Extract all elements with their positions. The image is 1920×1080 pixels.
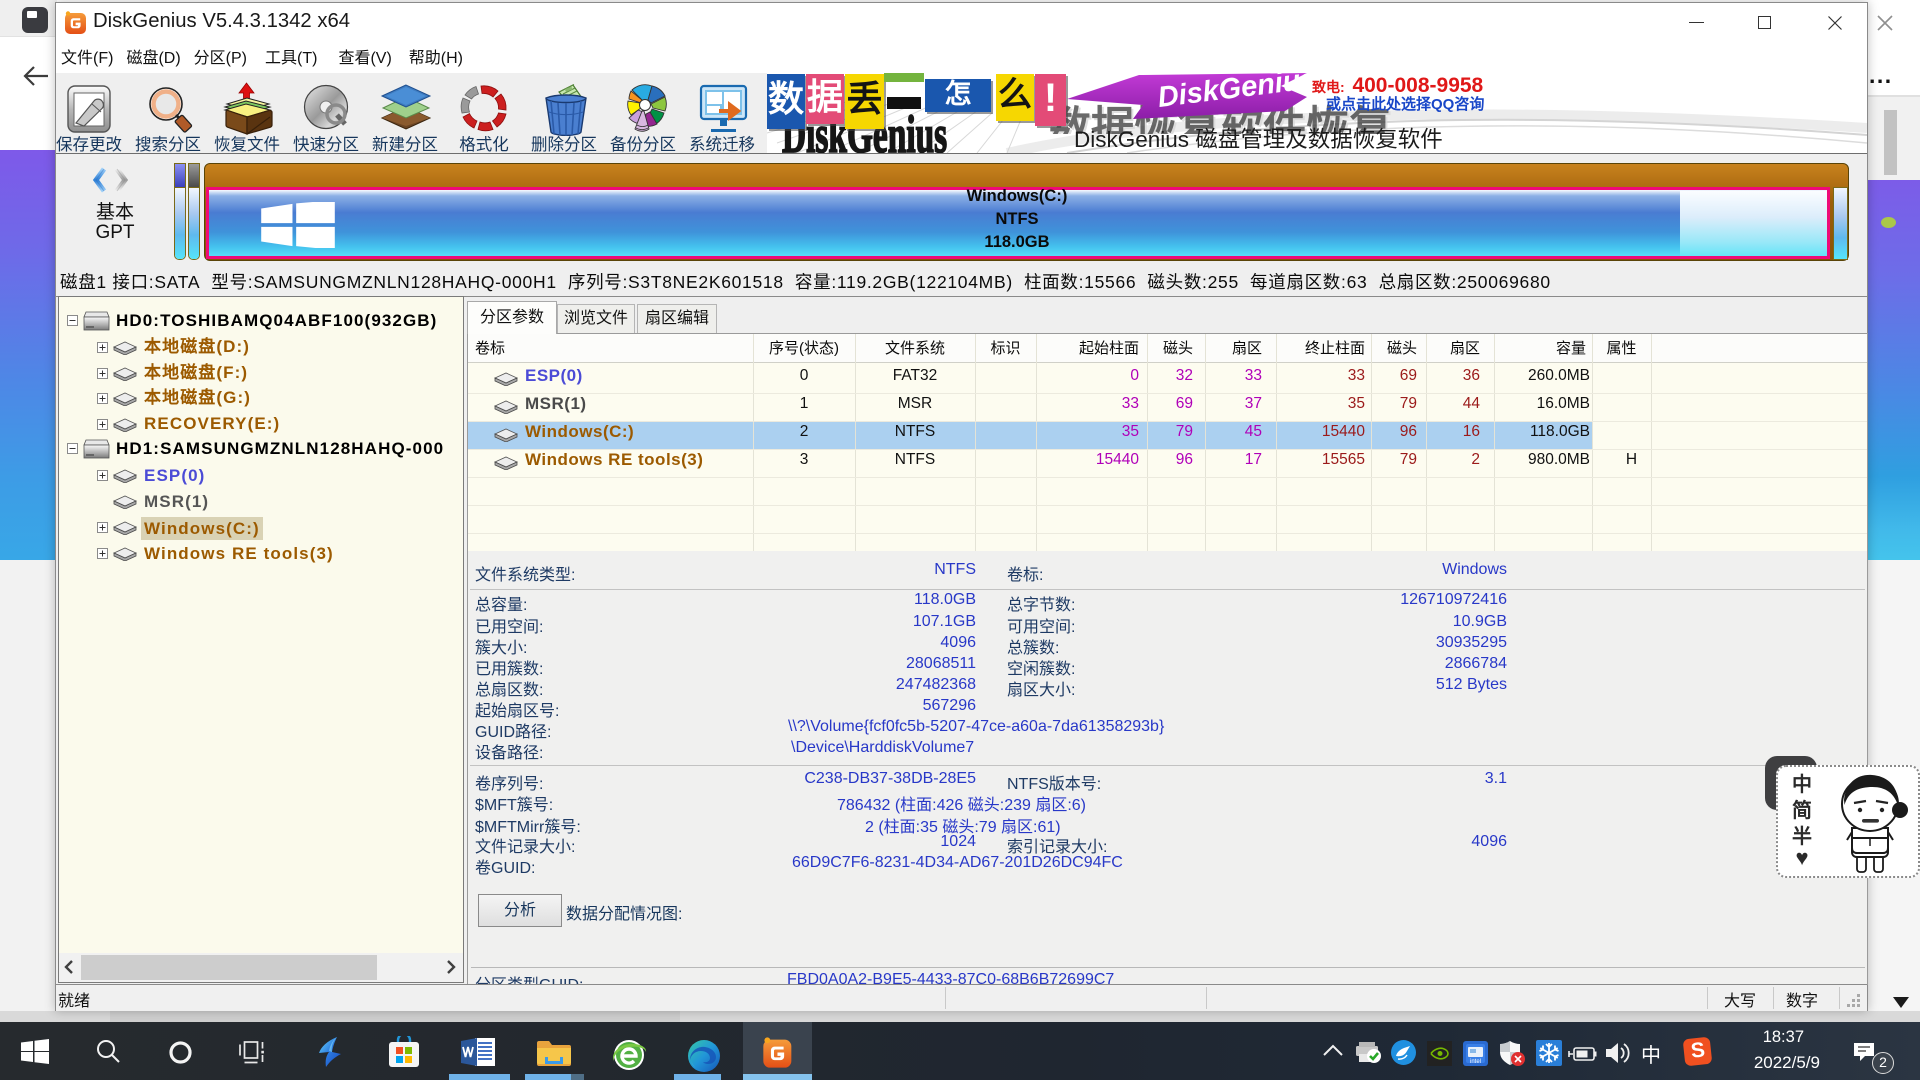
svg-text:intel: intel	[1470, 1059, 1481, 1065]
